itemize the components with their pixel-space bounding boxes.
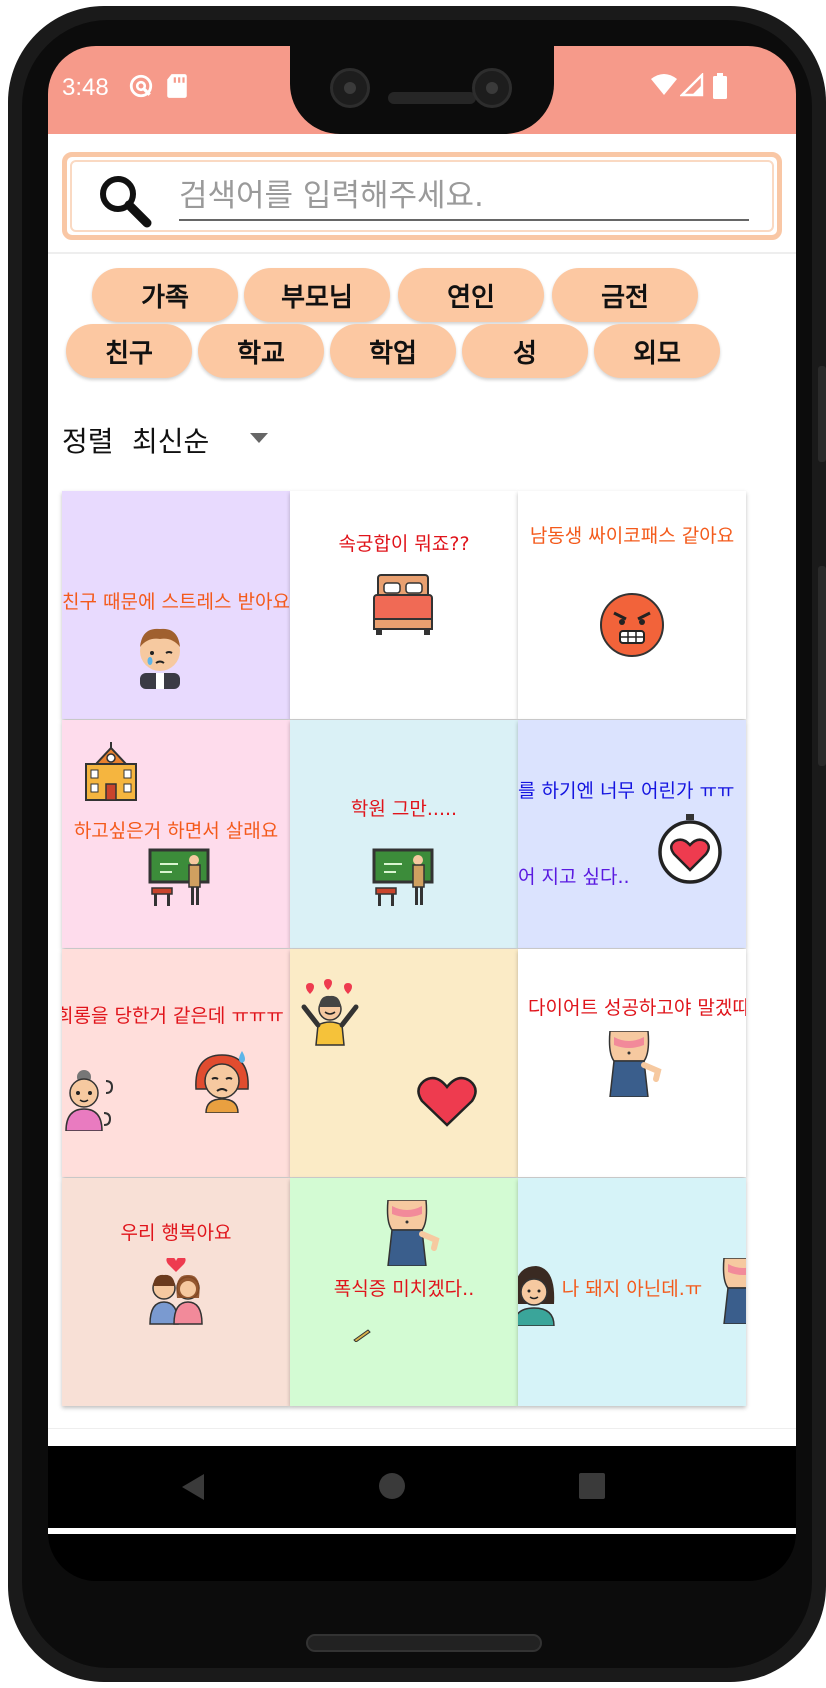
- post-card[interactable]: 남동생 싸이코패스 같아요: [518, 491, 746, 719]
- sort-dropdown[interactable]: 최신순: [132, 420, 209, 460]
- chip-appearance[interactable]: 외모: [594, 324, 720, 378]
- search-icon[interactable]: [97, 173, 153, 233]
- post-card[interactable]: 학원 그만.....: [290, 720, 518, 948]
- post-title: 희롱을 당한거 같은데 ㅠㅠㅠ: [62, 1005, 284, 1027]
- front-camera-right: [472, 68, 512, 108]
- teacher-blackboard-icon: [148, 848, 210, 906]
- post-title: 를 하기엔 너무 어린가 ㅠㅠ: [518, 780, 735, 802]
- sd-card-icon: [166, 73, 188, 103]
- chip-school[interactable]: 학교: [198, 324, 324, 378]
- post-card[interactable]: 폭식증 미치겠다..: [290, 1178, 518, 1406]
- cell-signal-icon: [679, 72, 704, 101]
- post-card[interactable]: 희롱을 당한거 같은데 ㅠㅠㅠ: [62, 949, 290, 1177]
- diet-waist-icon: [722, 1258, 746, 1324]
- diet-waist-icon: [386, 1200, 440, 1266]
- screen: 3:48 검색어를 입력해주세요. 가족 부모님 연인 금전 친구 학교 학업 …: [48, 46, 796, 1581]
- status-time: 3:48: [62, 74, 109, 101]
- post-title: 우리 행복아요: [120, 1222, 232, 1244]
- crying-boy-icon: [140, 628, 180, 689]
- status-bar: 3:48: [48, 46, 796, 134]
- heart-icon: [417, 1076, 477, 1127]
- post-card[interactable]: 를 하기엔 너무 어린가 ㅠㅠ 어 지고 싶다..: [518, 720, 746, 948]
- search-divider: [48, 252, 796, 254]
- post-title: 남동생 싸이코패스 같아요: [529, 525, 735, 547]
- sort-caret-icon[interactable]: [250, 433, 268, 443]
- search-input[interactable]: [179, 173, 749, 221]
- front-camera-left: [330, 68, 370, 108]
- earpiece-speaker: [388, 92, 476, 104]
- power-button: [818, 366, 826, 462]
- system-nav-bar: [48, 1446, 796, 1528]
- chip-studies[interactable]: 학업: [330, 324, 456, 378]
- post-card[interactable]: 나 돼지 아닌데.ㅠ: [518, 1178, 746, 1406]
- battery-icon: [712, 73, 728, 103]
- sad-girl-icon: [195, 1051, 249, 1113]
- camera-notch: [290, 46, 554, 134]
- app-content: 가족 부모님 연인 금전 친구 학교 학업 성 외모 정렬 최신순 친구 때문에…: [48, 134, 796, 1534]
- school-building-icon: [85, 742, 137, 801]
- diet-waist-icon: [608, 1031, 662, 1097]
- post-title: 다이어트 성공하고야 말겠따: [528, 997, 746, 1019]
- sync-icon: [128, 73, 154, 103]
- heart-stopwatch-icon: [658, 814, 722, 884]
- post-card[interactable]: 다이어트 성공하고야 말겠따: [518, 949, 746, 1177]
- teacher-blackboard-icon: [372, 848, 434, 906]
- bed-icon: [373, 574, 433, 635]
- chip-parents[interactable]: 부모님: [244, 268, 390, 322]
- post-title: 속궁합이 뭐죠??: [338, 533, 470, 555]
- post-title: 하고싶은거 하면서 살래요: [73, 820, 279, 842]
- post-card[interactable]: 속궁합이 뭐죠??: [290, 491, 518, 719]
- search-bar: [62, 152, 782, 240]
- sort-label: 정렬: [62, 425, 114, 458]
- post-card[interactable]: 우리 행복아요: [62, 1178, 290, 1406]
- happy-person-hearts-icon: [301, 979, 359, 1046]
- back-icon[interactable]: [180, 1472, 206, 1506]
- wifi-icon: [650, 73, 678, 101]
- recents-icon[interactable]: [578, 1472, 606, 1504]
- old-woman-icon: [65, 1070, 114, 1131]
- couple-icon: [149, 1258, 203, 1325]
- post-title: 학원 그만.....: [350, 798, 458, 820]
- post-grid: 친구 때문에 스트레스 받아요 속궁합이 뭐죠?? 남동생 싸이코패스 같아요 …: [48, 464, 796, 1428]
- volume-button: [818, 566, 826, 766]
- angry-face-icon: [600, 593, 664, 657]
- post-title: 친구 때문에 스트레스 받아요: [62, 591, 290, 613]
- chip-sex[interactable]: 성: [462, 324, 588, 378]
- home-button-icon[interactable]: [378, 1472, 406, 1504]
- post-card[interactable]: 친구 때문에 스트레스 받아요: [62, 491, 290, 719]
- phone-frame: 3:48 검색어를 입력해주세요. 가족 부모님 연인 금전 친구 학교 학업 …: [8, 6, 826, 1682]
- post-title: 폭식증 미치겠다..: [333, 1278, 475, 1300]
- post-card[interactable]: 하고싶은거 하면서 살래요: [62, 720, 290, 948]
- chip-friends[interactable]: 친구: [66, 324, 192, 378]
- chip-couple[interactable]: 연인: [398, 268, 544, 322]
- chip-family[interactable]: 가족: [92, 268, 238, 322]
- chip-money[interactable]: 금전: [552, 268, 698, 322]
- bottom-speaker: [306, 1634, 542, 1652]
- post-card[interactable]: [290, 949, 518, 1177]
- pencil-icon: [353, 1329, 371, 1342]
